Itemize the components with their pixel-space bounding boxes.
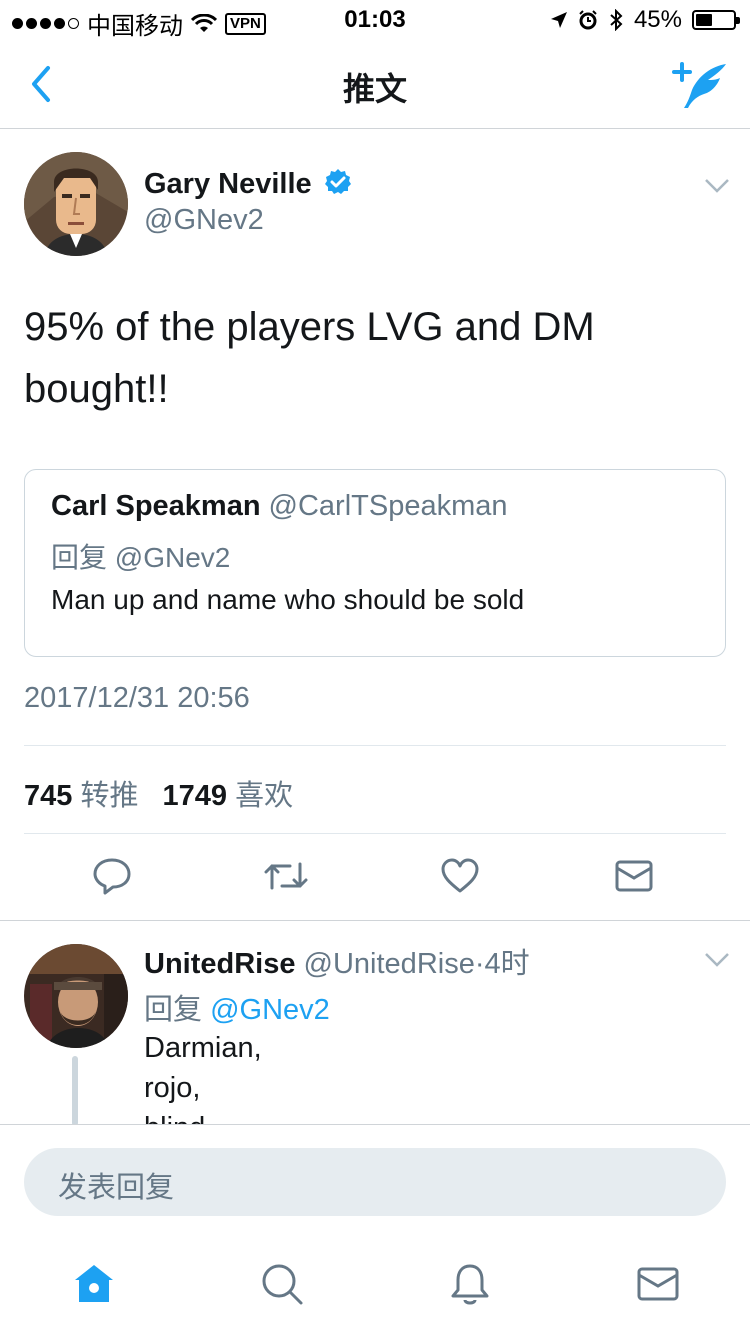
engagement-stats: 745 转推 1749 喜欢: [24, 772, 309, 814]
alarm-icon: [579, 10, 597, 30]
like-heart-icon[interactable]: [440, 856, 480, 896]
reply-header: UnitedRise @UnitedRise·4时: [144, 940, 530, 982]
reply-prefix: 回复: [144, 994, 203, 1026]
section-divider: [0, 920, 750, 921]
direct-message-icon[interactable]: [614, 856, 654, 896]
battery-icon: [692, 10, 740, 30]
chevron-down-icon[interactable]: [704, 952, 730, 968]
notifications-bell-icon[interactable]: [448, 1262, 492, 1306]
compose-tweet-icon[interactable]: [672, 60, 728, 110]
home-tab-icon[interactable]: [72, 1262, 116, 1306]
messages-tab-icon[interactable]: [636, 1262, 680, 1306]
page-title: 推文: [342, 71, 407, 107]
retweet-count[interactable]: 745: [24, 780, 72, 812]
reply-composer-placeholder: 发表回复: [58, 1172, 175, 1204]
divider: [24, 833, 726, 834]
chevron-down-icon[interactable]: [704, 178, 730, 194]
meta-separator: ·: [474, 948, 485, 980]
thread-connector-line: [72, 1056, 78, 1126]
verified-badge-icon: [324, 169, 351, 194]
reply-author-avatar[interactable]: [24, 944, 128, 1048]
quoted-tweet-text: Man up and name who should be sold: [51, 584, 525, 615]
reply-author-handle[interactable]: @UnitedRise: [304, 948, 475, 980]
reply-text-line: rojo,: [144, 1072, 201, 1104]
retweet-icon[interactable]: [264, 856, 308, 896]
reply-to-line: 回复 @GNev2: [144, 986, 330, 1028]
author-avatar[interactable]: [24, 152, 128, 256]
divider: [24, 745, 726, 746]
reply-icon[interactable]: [92, 856, 132, 896]
reply-composer-input[interactable]: 发表回复: [24, 1148, 726, 1216]
quoted-author: Carl Speakman @CarlTSpeakman: [51, 490, 508, 523]
status-bar: 中国移动 VPN 01:03 45%: [0, 0, 750, 40]
search-tab-icon[interactable]: [260, 1262, 304, 1306]
like-label[interactable]: 喜欢: [235, 780, 293, 812]
reply-to-handle-link[interactable]: @GNev2: [210, 994, 330, 1026]
tweet-timestamp: 2017/12/31 20:56: [24, 682, 250, 714]
retweet-label[interactable]: 转推: [80, 780, 138, 812]
quoted-author-handle: @CarlTSpeakman: [268, 490, 508, 522]
tweet-text: 95% of the players LVG and DM bought!!: [24, 305, 595, 411]
navigation-bar: 推文: [0, 40, 750, 129]
reply-time: 4时: [484, 948, 530, 980]
author-name[interactable]: Gary Neville: [144, 168, 352, 201]
author-name-text: Gary Neville: [144, 168, 312, 200]
quoted-author-name: Carl Speakman: [51, 490, 261, 522]
bluetooth-icon: [610, 9, 623, 31]
quoted-tweet-card[interactable]: Carl Speakman @CarlTSpeakman 回复 @GNev2 Ma…: [24, 469, 726, 657]
quoted-reply-to: 回复 @GNev2: [51, 542, 231, 573]
battery-percent: 45%: [633, 6, 682, 33]
author-handle[interactable]: @GNev2: [144, 204, 264, 237]
reply-author-name[interactable]: UnitedRise: [144, 948, 295, 980]
like-count[interactable]: 1749: [163, 780, 228, 812]
location-arrow-icon: [550, 12, 567, 28]
reply-text-line: Darmian,: [144, 1032, 262, 1064]
